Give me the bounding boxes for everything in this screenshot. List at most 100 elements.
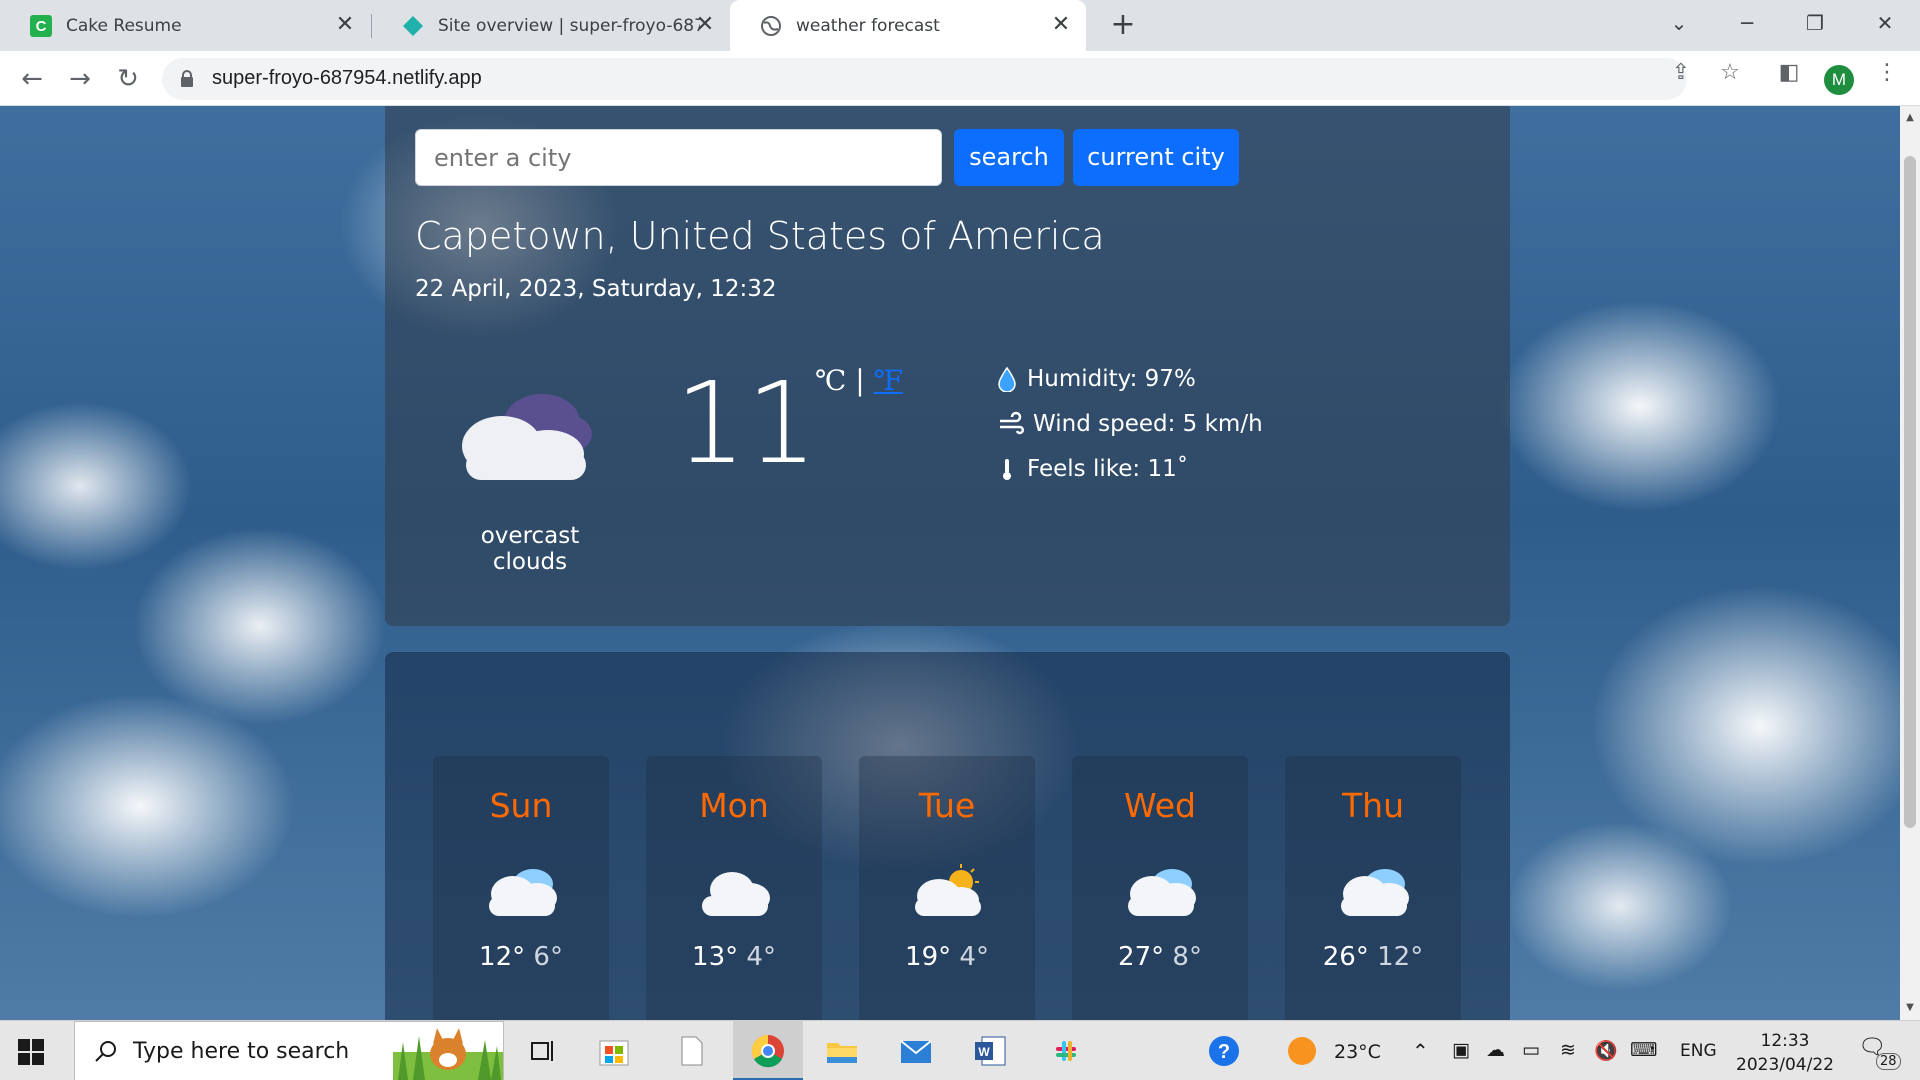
forecast-min: 4° xyxy=(959,942,989,972)
forecast-day-name: Thu xyxy=(1342,786,1404,825)
scroll-up-arrow[interactable]: ▲ xyxy=(1900,110,1920,126)
forecast-day: Wed 27° 8° xyxy=(1072,756,1248,1020)
minimize-button[interactable]: ─ xyxy=(1724,8,1770,38)
clock-time: 12:33 xyxy=(1760,1031,1810,1051)
menu-icon[interactable]: ⋮ xyxy=(1874,60,1900,86)
lock-icon xyxy=(181,70,193,87)
scrollbar-thumb[interactable] xyxy=(1904,156,1916,828)
forecast-max: 19° xyxy=(905,942,952,972)
svg-text:?: ? xyxy=(1218,1041,1230,1063)
clock-date: 2023/04/22 xyxy=(1736,1055,1834,1075)
share-icon[interactable]: ⇪ xyxy=(1668,60,1694,86)
search-button[interactable]: search xyxy=(954,129,1064,186)
tab-search-button[interactable]: ⌄ xyxy=(1656,8,1702,38)
url-text: super-froyo-687954.netlify.app xyxy=(212,67,482,89)
tab-close-button[interactable]: ✕ xyxy=(694,14,716,36)
humidity-text: Humidity: 97% xyxy=(1027,366,1196,392)
restore-button[interactable]: ❐ xyxy=(1792,8,1838,38)
taskbar-search-box[interactable]: Type here to search xyxy=(74,1021,504,1080)
forecast-card: Sun 12° 6° Mon 13° 4° Tue 19° 4° Wed 27°… xyxy=(385,652,1510,1020)
wind-row: Wind speed: 5 km/h xyxy=(995,411,1263,437)
system-clock[interactable]: 12:33 2023/04/22 xyxy=(1730,1029,1840,1077)
browser-toolbar: ← → ↻ super-froyo-687954.netlify.app ⇪ ☆… xyxy=(0,51,1920,106)
taskbar-weather-temp[interactable]: 23°C xyxy=(1334,1041,1381,1063)
tab-title: Cake Resume xyxy=(66,15,182,36)
windows-start-icon[interactable] xyxy=(18,1039,44,1065)
forecast-day-name: Wed xyxy=(1124,786,1196,825)
close-window-button[interactable]: ✕ xyxy=(1862,8,1908,38)
svg-text:C: C xyxy=(36,18,47,35)
keyboard-icon[interactable]: ⌨ xyxy=(1630,1039,1657,1061)
back-button[interactable]: ← xyxy=(16,63,48,95)
wind-icon xyxy=(1000,411,1025,435)
cloud-icon xyxy=(1128,869,1196,916)
microsoft-store-icon[interactable] xyxy=(596,1033,632,1069)
current-temperature: 11 xyxy=(675,359,818,489)
tab-title: weather forecast xyxy=(796,15,940,36)
file-explorer-icon[interactable] xyxy=(824,1033,860,1069)
forecast-day: Thu 26° 12° xyxy=(1285,756,1461,1020)
mail-icon[interactable] xyxy=(898,1033,934,1069)
feels-like-text: Feels like: 11˚ xyxy=(1027,456,1189,482)
forecast-max: 26° xyxy=(1322,942,1369,972)
forecast-day: Mon 13° 4° xyxy=(646,756,822,1020)
bookmark-star-icon[interactable]: ☆ xyxy=(1717,60,1743,86)
globe-icon xyxy=(761,15,781,36)
fahrenheit-link[interactable]: ℉ xyxy=(874,364,903,397)
taskbar-chrome-active[interactable] xyxy=(733,1021,803,1080)
task-view-icon[interactable] xyxy=(524,1033,560,1069)
forecast-day-name: Sun xyxy=(489,786,553,825)
forecast-temps: 12° 6° xyxy=(433,942,609,972)
weather-sun-icon[interactable] xyxy=(1286,1035,1318,1067)
taskbar-search-placeholder: Type here to search xyxy=(133,1039,350,1064)
forecast-min: 4° xyxy=(746,942,776,972)
tab-site-overview[interactable]: Site overview | super-froyo-6879 ✕ xyxy=(372,0,730,51)
help-icon[interactable]: ? xyxy=(1206,1033,1242,1069)
slack-icon[interactable] xyxy=(1048,1033,1084,1069)
tab-close-button[interactable]: ✕ xyxy=(1050,14,1072,36)
forecast-min: 6° xyxy=(533,942,563,972)
volume-muted-icon[interactable]: 🔇 xyxy=(1594,1039,1618,1062)
forecast-day-name: Tue xyxy=(918,786,976,825)
wifi-icon[interactable]: ≋ xyxy=(1560,1039,1576,1061)
wind-text: Wind speed: 5 km/h xyxy=(1033,411,1263,437)
city-name: Capetown, United States of America xyxy=(415,214,1105,258)
language-indicator[interactable]: ENG xyxy=(1680,1041,1717,1061)
forecast-temps: 13° 4° xyxy=(646,942,822,972)
page-scrollbar[interactable]: ▲ ▼ xyxy=(1900,106,1920,1020)
partly-sunny-icon xyxy=(915,864,981,916)
thermometer-icon xyxy=(1003,459,1011,480)
meet-now-icon[interactable]: ▣ xyxy=(1452,1039,1470,1061)
address-bar[interactable]: super-froyo-687954.netlify.app xyxy=(162,58,1687,100)
forward-button[interactable]: → xyxy=(64,63,96,95)
scroll-down-arrow[interactable]: ▼ xyxy=(1900,1000,1920,1016)
forecast-min: 12° xyxy=(1377,942,1424,972)
battery-icon[interactable]: ▭ xyxy=(1522,1039,1540,1061)
unit-toggle: ℃ | ℉ xyxy=(815,364,903,397)
side-panel-icon[interactable]: ◧ xyxy=(1776,60,1802,86)
chevron-up-icon[interactable]: ⌃ xyxy=(1412,1039,1429,1063)
page-viewport: search current city Capetown, United Sta… xyxy=(0,106,1900,1020)
tab-cake-resume[interactable]: C Cake Resume ✕ xyxy=(0,0,370,51)
onedrive-sync-icon[interactable]: ☁ xyxy=(1486,1039,1505,1061)
search-icon xyxy=(95,1041,116,1062)
tab-title: Site overview | super-froyo-6879 xyxy=(438,15,700,36)
profile-avatar[interactable]: M xyxy=(1824,65,1854,95)
tab-close-button[interactable]: ✕ xyxy=(334,14,356,36)
unit-separator: | xyxy=(855,364,865,397)
current-date: 22 April, 2023, Saturday, 12:32 xyxy=(415,276,777,302)
forecast-day: Tue 19° 4° xyxy=(859,756,1035,1020)
reload-button[interactable]: ↻ xyxy=(112,63,144,95)
celsius-unit[interactable]: ℃ xyxy=(815,364,846,397)
forecast-max: 27° xyxy=(1118,942,1165,972)
notification-count: 28 xyxy=(1876,1053,1901,1070)
taskbar: Type here to search W ? 23°C ⌃ ▣ ☁ ▭ ≋ 🔇… xyxy=(0,1020,1920,1080)
forecast-temps: 19° 4° xyxy=(859,942,1035,972)
cloud-icon xyxy=(1341,869,1409,916)
notepad-icon[interactable] xyxy=(674,1033,710,1069)
word-icon[interactable]: W xyxy=(972,1033,1008,1069)
city-search-input[interactable] xyxy=(415,129,942,186)
tab-weather-forecast[interactable]: weather forecast ✕ xyxy=(730,0,1086,51)
new-tab-button[interactable]: + xyxy=(1108,10,1138,40)
current-city-button[interactable]: current city xyxy=(1073,129,1239,186)
